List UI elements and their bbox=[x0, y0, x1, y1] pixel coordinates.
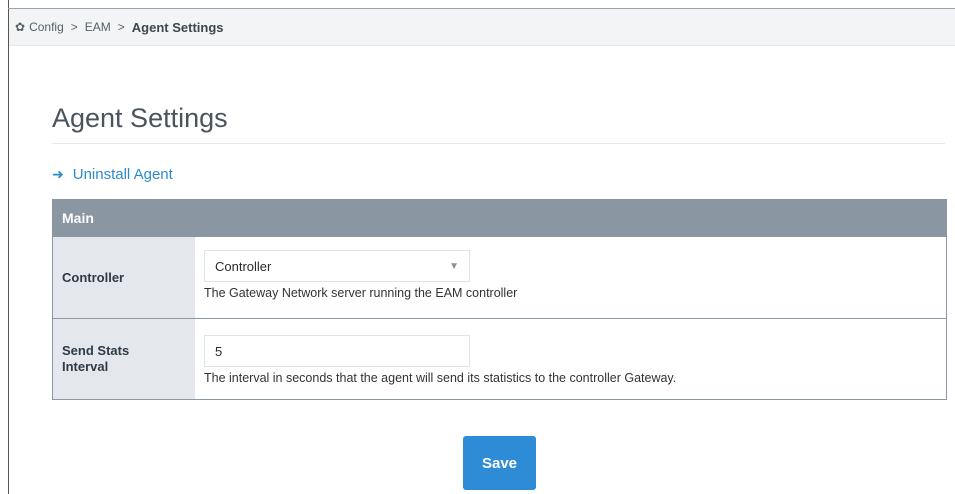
breadcrumb-separator: > bbox=[117, 20, 125, 34]
uninstall-agent-link[interactable]: ➜ Uninstall Agent bbox=[52, 166, 173, 183]
send-stats-interval-label: Send Stats Interval bbox=[53, 319, 195, 399]
controller-field-cell: Controller ▼ The Gateway Network server … bbox=[195, 237, 946, 318]
uninstall-agent-label: Uninstall Agent bbox=[72, 166, 173, 183]
breadcrumb-item-eam[interactable]: EAM bbox=[85, 20, 111, 34]
breadcrumb: ✿ Config > EAM > Agent Settings bbox=[9, 9, 955, 46]
gear-icon: ✿ bbox=[15, 20, 26, 34]
send-stats-interval-input[interactable] bbox=[204, 335, 470, 367]
breadcrumb-current: Agent Settings bbox=[131, 19, 224, 35]
controller-label: Controller bbox=[53, 237, 195, 318]
send-stats-interval-row: Send Stats Interval The interval in seco… bbox=[53, 318, 946, 399]
window-border-left bbox=[8, 0, 9, 494]
settings-table: Main Controller Controller ▼ The Gateway… bbox=[52, 199, 947, 400]
section-header: Main bbox=[53, 200, 946, 236]
breadcrumb-item-config[interactable]: Config bbox=[29, 20, 64, 34]
controller-select-value: Controller bbox=[215, 258, 272, 274]
send-stats-interval-field-cell: The interval in seconds that the agent w… bbox=[195, 319, 946, 399]
controller-select[interactable]: Controller ▼ bbox=[204, 250, 470, 282]
page-title: Agent Settings bbox=[52, 103, 228, 133]
arrow-right-icon: ➜ bbox=[52, 166, 64, 182]
chevron-down-icon: ▼ bbox=[449, 260, 459, 272]
controller-help-text: The Gateway Network server running the E… bbox=[204, 286, 518, 300]
send-stats-interval-label-text: Send Stats Interval bbox=[62, 343, 130, 374]
save-button[interactable]: Save bbox=[463, 436, 536, 490]
controller-row: Controller Controller ▼ The Gateway Netw… bbox=[53, 236, 946, 318]
send-stats-interval-help-text: The interval in seconds that the agent w… bbox=[204, 371, 677, 385]
breadcrumb-separator: > bbox=[70, 20, 78, 34]
title-divider bbox=[52, 143, 945, 144]
